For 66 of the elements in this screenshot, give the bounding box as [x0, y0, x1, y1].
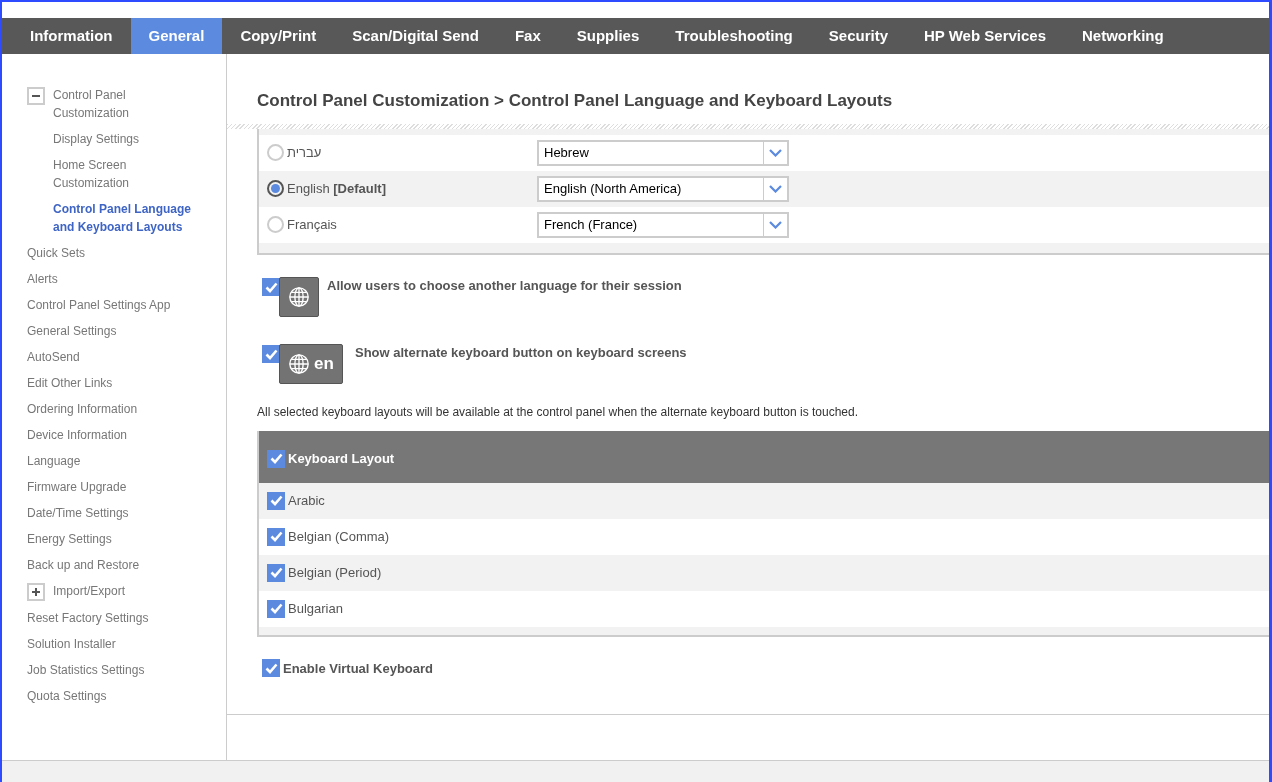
expand-toggle[interactable] [27, 583, 45, 601]
sidebar-item[interactable]: Control Panel Language and Keyboard Layouts [53, 200, 213, 236]
radio-button[interactable] [267, 180, 284, 197]
option-label: Show alternate keyboard button on keyboard screens [355, 343, 687, 362]
sidebar-item[interactable]: Job Statistics Settings [27, 661, 207, 679]
nav-tab[interactable]: General [130, 18, 223, 54]
checkbox[interactable] [262, 345, 280, 363]
sidebar-item[interactable]: Quick Sets [27, 244, 207, 262]
nav-tab[interactable]: Fax [496, 18, 559, 54]
globe-icon [288, 352, 310, 375]
nav-tab[interactable]: Supplies [558, 18, 658, 54]
nav-tab[interactable]: Networking [1064, 18, 1182, 54]
language-label: English [Default] [287, 179, 387, 198]
checkbox[interactable] [267, 491, 285, 510]
table-cell-text: Belgian (Period) [288, 563, 382, 582]
nav-tab[interactable]: Scan/Digital Send [334, 18, 497, 54]
nav-tab[interactable]: Security [810, 18, 906, 54]
sidebar-item[interactable]: Solution Installer [27, 635, 207, 653]
chevron-down-icon [769, 148, 782, 157]
sidebar-item[interactable]: Display Settings [53, 130, 173, 148]
sidebar-item[interactable]: Back up and Restore [27, 556, 207, 574]
keyboard-dropdown[interactable]: English (North America) [537, 175, 789, 202]
keyboard-note: All selected keyboard layouts will be available at the control panel when the alternate keyboard button is touched. [257, 403, 860, 421]
sidebar-item[interactable]: Home Screen Customization [53, 156, 173, 192]
nav-tab[interactable]: Information [12, 18, 131, 54]
sidebar-item[interactable]: Language [27, 452, 207, 470]
sidebar-item[interactable]: Reset Factory Settings [27, 609, 207, 627]
sidebar-item[interactable]: Import/Export [53, 582, 173, 600]
sidebar-item[interactable]: Device Information [27, 426, 207, 444]
keyboard-dropdown[interactable]: French (France) [537, 211, 789, 238]
checkbox[interactable] [262, 278, 280, 296]
sidebar-item[interactable]: Control Panel Customization [53, 86, 173, 122]
table-cell-text: Bulgarian [288, 599, 343, 618]
keyboard-key-preview: en [279, 343, 343, 384]
table-cell-text: Belgian (Comma) [288, 527, 390, 546]
page-title: Control Panel Customization > Control Panel Language and Keyboard Layouts [257, 90, 894, 112]
language-label: Français [287, 215, 338, 234]
language-label: עברית [287, 143, 323, 162]
sidebar-item[interactable]: Quota Settings [27, 687, 207, 705]
keyboard-dropdown[interactable]: Hebrew [537, 139, 789, 166]
sidebar-item[interactable]: Alerts [27, 270, 207, 288]
nav-tab[interactable]: Troubleshooting [657, 18, 811, 54]
sidebar-item[interactable]: AutoSend [27, 348, 207, 366]
option-label: Allow users to choose another language for their session [327, 276, 682, 295]
sidebar-item[interactable]: Firmware Upgrade [27, 478, 207, 496]
checkbox[interactable] [262, 659, 280, 678]
globe-icon [288, 285, 310, 308]
option-label: Enable Virtual Keyboard [283, 659, 434, 678]
column-header: Keyboard Layout [288, 449, 395, 468]
sidebar-item[interactable]: Energy Settings [27, 530, 207, 548]
sidebar-item[interactable]: Date/Time Settings [27, 504, 207, 522]
collapse-toggle[interactable] [27, 87, 45, 105]
plus-icon [31, 587, 41, 597]
sidebar-item[interactable]: General Settings [27, 322, 207, 340]
checkbox[interactable] [267, 563, 285, 582]
chevron-down-icon [769, 184, 782, 193]
checkbox[interactable] [267, 599, 285, 618]
table-cell-text: Arabic [288, 491, 325, 510]
nav-tab[interactable]: Copy/Print [222, 18, 335, 54]
checkbox[interactable] [267, 449, 285, 468]
nav-tab[interactable]: HP Web Services [906, 18, 1064, 54]
chevron-down-icon [769, 220, 782, 229]
checkbox[interactable] [267, 527, 285, 546]
sidebar-item[interactable]: Control Panel Settings App [27, 296, 207, 314]
sidebar-item[interactable]: Ordering Information [27, 400, 207, 418]
sidebar-item[interactable]: Edit Other Links [27, 374, 207, 392]
